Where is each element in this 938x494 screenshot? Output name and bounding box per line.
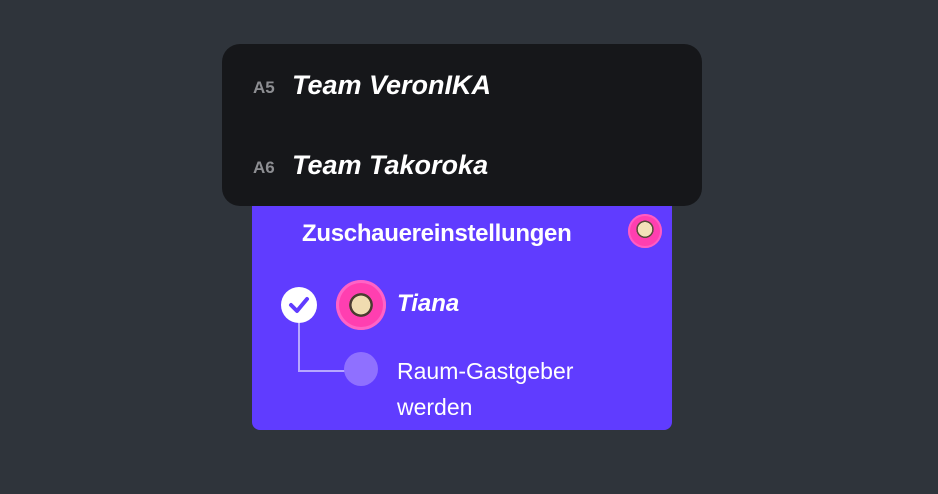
- team-name: Team Takoroka: [292, 150, 489, 180]
- host-option-radio[interactable]: [344, 352, 378, 386]
- user-name: Tiana: [397, 290, 460, 317]
- team-dropdown: A5 Team VeronIKA A6 Team Takoroka: [222, 44, 702, 206]
- team-code: A6: [253, 158, 275, 177]
- user-checkbox[interactable]: [281, 287, 317, 323]
- team-code: A5: [253, 78, 275, 97]
- team-option-a5[interactable]: A5 Team VeronIKA: [222, 58, 702, 118]
- checkmark-icon: [289, 297, 309, 313]
- tree-connector-line: [298, 323, 350, 372]
- settings-title: Zuschauereinstellungen: [302, 220, 572, 247]
- page: Zuschauereinstellungen Tiana Raum-Gastge…: [0, 0, 938, 494]
- team-name: Team VeronIKA: [292, 70, 492, 100]
- title-avatar-icon: [628, 214, 662, 248]
- team-option-a6[interactable]: A6 Team Takoroka: [222, 138, 702, 198]
- spectator-settings-panel: Zuschauereinstellungen Tiana Raum-Gastge…: [252, 190, 672, 430]
- host-option-label[interactable]: Raum-Gastgeber werden: [397, 353, 637, 425]
- user-avatar-icon: [336, 280, 386, 330]
